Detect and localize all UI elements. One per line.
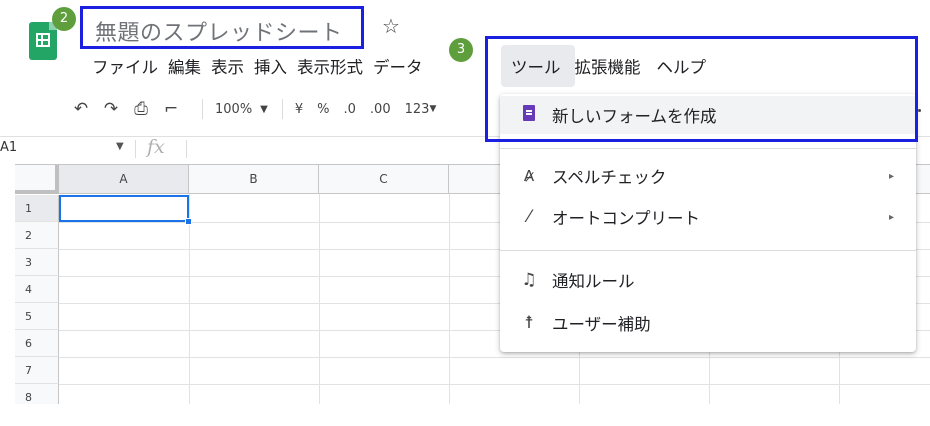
menu-divider [500,250,916,251]
grid-line [449,194,450,404]
toolbar: ↶ ↷ ⎙ ⌐ 100% ▼ ¥ % .0 .00 123 ▼ [70,95,436,123]
row-header-1[interactable]: 1 [15,195,59,222]
name-box-chevron-icon[interactable]: ▼ [116,141,124,152]
menu-divider [500,148,916,149]
currency-format-button[interactable]: ¥ [295,102,303,117]
menu-edit[interactable]: 編集 [168,54,201,78]
more-formats-button[interactable]: 123 [405,102,430,117]
menu-file[interactable]: ファイル [92,54,158,78]
name-box[interactable]: A1 [0,140,17,155]
menu-item-label: スペルチェック [552,168,667,187]
formula-divider-2 [186,140,187,158]
toolbar-divider [202,99,203,119]
menu-item-label: ユーザー補助 [552,315,651,334]
menu-insert[interactable]: 挿入 [254,54,287,78]
menu-item-label: オートコンプリート [552,209,701,228]
decrease-decimal-button[interactable]: .0 [344,102,356,117]
star-icon[interactable]: ☆ [382,14,400,38]
document-title[interactable]: 無題のスプレッドシート [80,6,364,49]
grid-line [319,194,320,404]
more-formats-chevron-icon[interactable]: ▼ [429,104,436,114]
paint-format-icon[interactable]: ⌐ [160,99,182,119]
step-badge-2: 2 [52,7,76,31]
active-cell-a1[interactable] [59,195,189,222]
row-header-8[interactable]: 8 [15,384,59,404]
toolbar-divider-2 [281,99,283,119]
menu-data[interactable]: データ [373,54,423,78]
sheets-logo-icon[interactable] [29,22,57,60]
column-header-a[interactable]: A [59,165,189,194]
annotation-highlight-box [485,36,918,142]
menu-bar: ファイル 編集 表示 挿入 表示形式 データ [92,54,447,78]
zoom-chevron-icon[interactable]: ▼ [260,104,268,115]
column-header-b[interactable]: B [189,165,319,194]
menu-view[interactable]: 表示 [211,54,244,78]
row-header-4[interactable]: 4 [15,276,59,303]
row-header-7[interactable]: 7 [15,357,59,384]
submenu-arrow-icon: ▸ [888,170,894,182]
menu-format[interactable]: 表示形式 [297,54,363,78]
fx-icon: fx [147,136,165,158]
grid-line [189,194,190,404]
formula-divider [135,140,136,158]
more-dot-icon [918,109,921,112]
bell-icon: ♫ [521,270,537,290]
magic-wand-icon: ⁄ [527,207,531,227]
select-all-corner[interactable] [15,165,59,194]
zoom-select[interactable]: 100% [215,102,252,117]
row-header-5[interactable]: 5 [15,303,59,330]
column-header-c[interactable]: C [319,165,449,194]
submenu-arrow-icon: ▸ [888,211,894,223]
menu-item-spellcheck[interactable]: A̷ スペルチェック ▸ [500,157,916,195]
accessibility-icon: ☨ [524,313,534,333]
row-header-2[interactable]: 2 [15,222,59,249]
step-badge-3: 3 [449,38,473,62]
undo-icon[interactable]: ↶ [70,99,92,119]
increase-decimal-button[interactable]: .00 [370,102,391,117]
print-icon[interactable]: ⎙ [130,99,152,119]
menu-item-label: 通知ルール [552,272,635,291]
row-header-6[interactable]: 6 [15,330,59,357]
menu-item-notification-rules[interactable]: ♫ 通知ルール [500,261,916,299]
spellcheck-icon: A̷ [523,167,535,185]
percent-format-button[interactable]: % [317,102,329,117]
row-header-3[interactable]: 3 [15,249,59,276]
logo-grid [36,33,50,47]
menu-item-accessibility[interactable]: ☨ ユーザー補助 [500,304,916,342]
menu-item-autocomplete[interactable]: ⁄ オートコンプリート ▸ [500,198,916,236]
redo-icon[interactable]: ↷ [100,99,122,119]
fill-handle[interactable] [185,218,192,225]
